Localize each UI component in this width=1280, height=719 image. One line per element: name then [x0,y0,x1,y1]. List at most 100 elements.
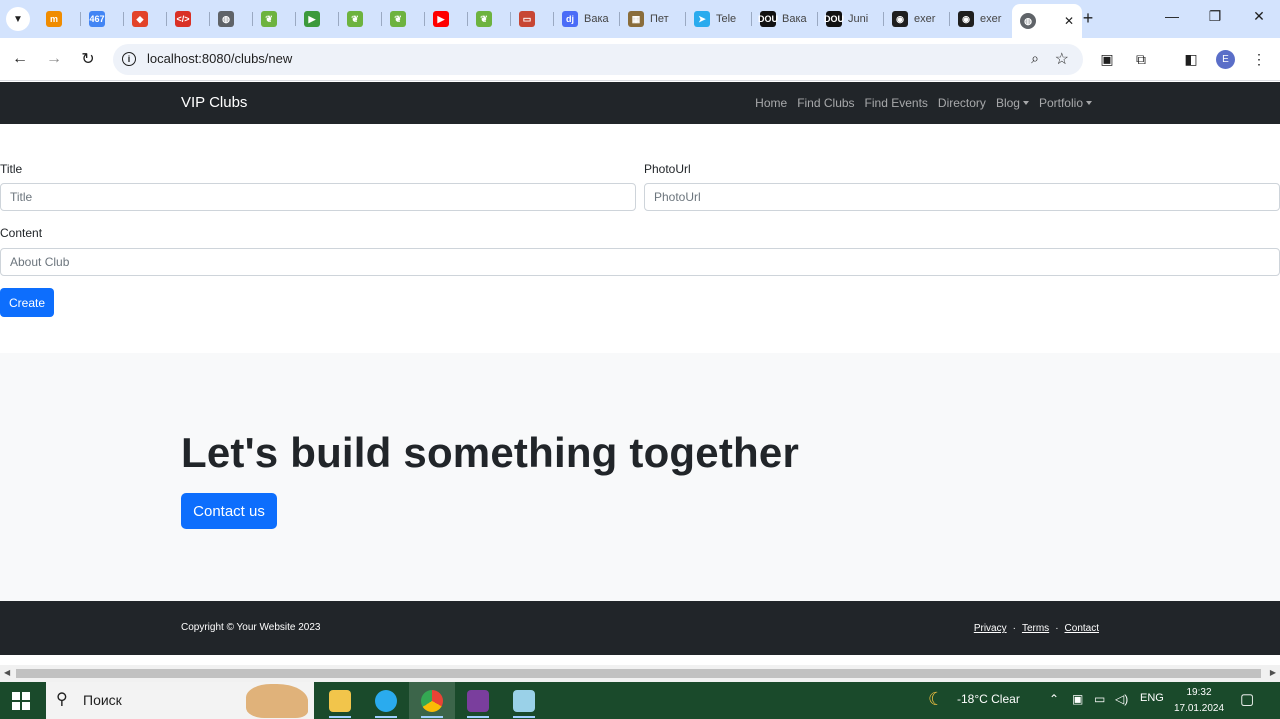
site-navbar: VIP Clubs Home Find Clubs Find Events Di… [0,82,1280,124]
close-window-icon[interactable]: ✕ [1249,8,1269,25]
reload-icon[interactable]: ↻ [77,48,99,70]
tab-title: Вака [782,13,807,25]
tab-spring-3-favicon-icon: ❦ [390,11,406,27]
forward-icon[interactable]: → [43,48,65,70]
taskbar-search-box[interactable]: ⚲ Поиск [46,682,314,719]
close-tab-icon[interactable]: ✕ [1064,14,1074,28]
weather-moon-icon: ☾ [928,689,945,709]
footer-terms-link[interactable]: Terms [1022,623,1049,634]
tab-title: Пет [650,13,669,25]
copyright-text: Copyright © Your Website 2023 [181,622,321,633]
nav-blog-label: Blog [995,96,1020,110]
back-icon[interactable]: ← [9,48,31,70]
site-info-icon[interactable]: i [122,52,136,66]
tab-active[interactable]: ◍ ✕ [1012,4,1082,38]
battery-icon[interactable]: ▭ [1094,692,1105,706]
tab-spring-4-favicon-icon: ❦ [476,11,492,27]
zoom-icon[interactable]: ⌕ [1031,50,1039,67]
scroll-left-icon[interactable]: ◀ [4,668,10,677]
profile-avatar[interactable]: E [1216,50,1235,69]
tab-calendar[interactable]: 467 [81,4,124,34]
nav-portfolio-dropdown[interactable]: Portfolio [1039,96,1092,110]
tab-spring-1[interactable]: ❦ [253,4,296,34]
create-button[interactable]: Create [0,288,54,317]
tab-dou-2[interactable]: DOU Juni [818,4,884,34]
tab-telegram[interactable]: ➤ Tele [686,4,752,34]
weather-text[interactable]: -18°C Clear [957,692,1020,706]
notes-app[interactable] [501,682,547,719]
nav-find-events[interactable]: Find Events [865,96,928,110]
tab-github-1[interactable]: ◉ exer [884,4,950,34]
content-input[interactable] [0,248,1280,276]
extension-icon[interactable]: ▣ [1097,49,1117,69]
globe-icon: ◍ [1020,13,1036,29]
bookmark-star-icon[interactable]: ☆ [1055,49,1069,69]
scrollbar-thumb[interactable] [16,669,1261,678]
tab-title: exer [914,13,936,25]
restore-icon[interactable]: ❐ [1205,8,1225,25]
tab-djinni[interactable]: dj Вака [554,4,620,34]
tab-oracle-favicon-icon: ▭ [519,11,535,27]
tab-spring-1-favicon-icon: ❦ [261,11,277,27]
menu-kebab-icon[interactable]: ⋮ [1249,49,1269,69]
tab-title: exer [980,13,1002,25]
minimize-icon[interactable]: — [1162,8,1182,24]
tab-pet[interactable]: ▦ Пет [620,4,686,34]
nav-find-clubs[interactable]: Find Clubs [797,96,854,110]
new-tab-button[interactable]: + [1078,8,1098,28]
url-text[interactable]: localhost:8080/clubs/new [147,51,292,66]
tab-spring-2[interactable]: ❦ [339,4,382,34]
tab-github-2[interactable]: ◉ exer [950,4,1016,34]
horizontal-scrollbar[interactable]: ◀ ▶ [0,665,1280,682]
chrome-icon [421,689,443,712]
meet-icon[interactable]: ▣ [1072,692,1083,706]
contact-us-button[interactable]: Contact us [181,493,277,529]
clock-time: 19:32 [1186,687,1212,698]
tab-dou-2-favicon-icon: DOU [824,11,844,27]
tab-github-1-favicon-icon: ◉ [892,11,908,27]
tab-oracle[interactable]: ▭ [511,4,554,34]
search-icon: ⚲ [56,691,68,708]
site-brand[interactable]: VIP Clubs [181,94,247,111]
tab-site-1[interactable]: m [38,4,81,34]
tab-globe[interactable]: ◍ [210,4,253,34]
windows-start-icon[interactable] [12,692,30,710]
tab-spring-3[interactable]: ❦ [382,4,425,34]
show-hidden-icons-icon[interactable]: ⌃ [1049,692,1059,706]
side-panel-icon[interactable]: ◧ [1181,49,1201,69]
tab-search-button[interactable]: ▼ [6,7,30,31]
tab-spring-4[interactable]: ❦ [468,4,511,34]
scroll-right-icon[interactable]: ▶ [1270,668,1276,677]
tab-green[interactable]: ▶ [296,4,339,34]
telegram-icon [375,689,397,712]
footer-links: Privacy · Terms · Contact [974,623,1099,634]
nav-directory[interactable]: Directory [938,96,986,110]
taskbar-clock[interactable]: 19:32 17.01.2024 [1168,685,1230,717]
notifications-icon[interactable]: ▢ [1240,690,1254,708]
tab-devtools[interactable]: </> [167,4,210,34]
tab-djinni-favicon-icon: dj [562,11,578,27]
volume-icon[interactable]: ◁) [1115,692,1128,706]
address-bar[interactable]: i localhost:8080/clubs/new ⌕ ☆ [113,44,1083,75]
clock-date: 17.01.2024 [1173,703,1225,714]
photo-url-input[interactable] [644,183,1280,211]
tab-gitlab[interactable]: ◆ [124,4,167,34]
chrome-app[interactable] [409,682,455,719]
tab-dou-1[interactable]: DOU Вака [752,4,818,34]
taskbar-search-placeholder: Поиск [83,692,122,708]
title-input[interactable] [0,183,636,211]
notes-icon [513,689,535,712]
language-indicator[interactable]: ENG [1140,692,1164,704]
tab-youtube[interactable]: ▶ [425,4,468,34]
extensions-puzzle-icon[interactable]: ⧉ [1131,49,1151,69]
hero-section: Let's build something together Contact u… [0,353,1280,601]
game-app[interactable] [455,682,501,719]
file-explorer-app[interactable] [317,682,363,719]
nav-home[interactable]: Home [755,96,787,110]
telegram-app[interactable] [363,682,409,719]
create-club-form: Title PhotoUrl Content Create [0,124,1280,353]
footer-contact-link[interactable]: Contact [1065,623,1099,634]
browser-toolbar: ← → ↻ i localhost:8080/clubs/new ⌕ ☆ ▣ ⧉… [0,38,1280,81]
nav-blog-dropdown[interactable]: Blog [996,96,1029,110]
footer-privacy-link[interactable]: Privacy [974,623,1007,634]
